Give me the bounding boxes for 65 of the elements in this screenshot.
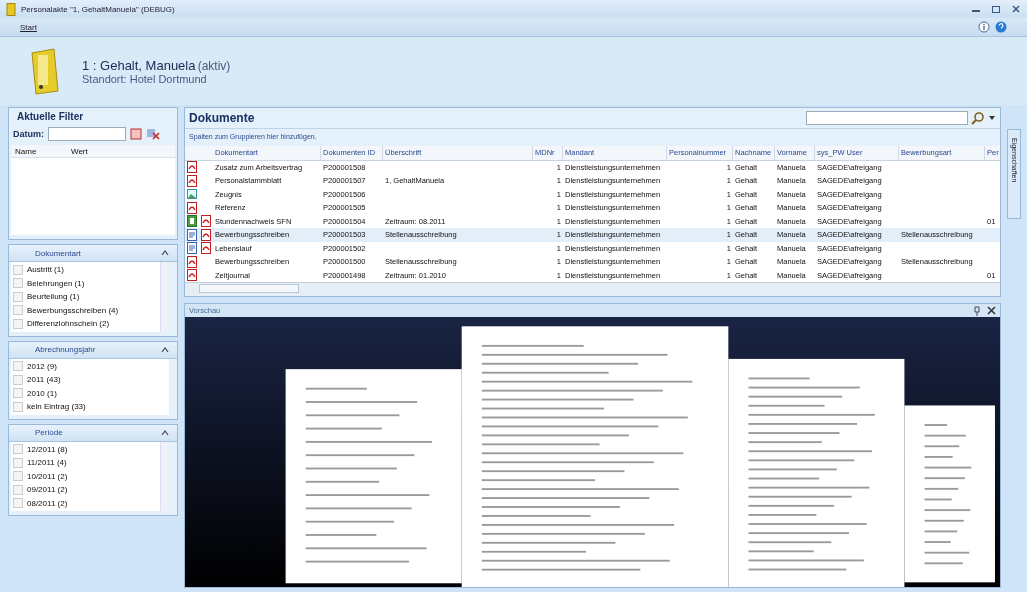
scrollbar[interactable] [199,284,299,293]
checkbox[interactable] [13,291,23,302]
checkbox[interactable] [13,264,23,275]
group-title: Periode [35,428,63,437]
checkbox[interactable] [13,498,23,509]
filter-option[interactable]: kein Eintrag (33) [27,402,86,412]
search-icon[interactable] [971,111,985,125]
scrollbar[interactable] [160,262,169,332]
filter-option[interactable]: Bewerbungsschreiben (4) [27,305,119,315]
checkbox[interactable] [13,471,23,482]
pdf-icon [201,228,211,241]
employee-name: 1 : Gehalt, Manuela [82,57,196,73]
filter-option[interactable]: 08/2011 (2) [27,498,68,508]
employee-location: Standort: Hotel Dortmund [82,72,207,85]
image-icon [187,188,197,201]
date-field[interactable] [48,127,126,141]
filter-option[interactable]: 10/2011 (2) [27,471,68,481]
dropdown-icon[interactable] [988,115,996,121]
scrollbar[interactable] [160,441,169,511]
panel-title: Aktuelle Filter [16,110,85,124]
checkbox[interactable] [13,318,23,329]
column-header[interactable]: Name [11,146,67,156]
checkbox[interactable] [13,278,23,289]
collapse-icon[interactable] [161,429,169,436]
checkbox[interactable] [13,457,23,468]
filter-option[interactable]: 2011 (43) [27,375,61,385]
menu-tab[interactable]: Start [20,22,37,32]
filter-option[interactable]: Austritt (1) [27,265,64,275]
checkbox[interactable] [13,374,23,385]
filter-option[interactable]: Belehrungen (1) [27,278,85,288]
filter-option[interactable]: Beurteilung (1) [27,292,80,302]
panel-title: Dokumente [189,111,255,125]
filter-option[interactable]: Differenzlohnschein (2) [27,319,110,329]
collapse-icon[interactable] [161,250,169,256]
close-icon[interactable] [987,306,996,315]
pdf-icon [201,242,211,255]
filter-option[interactable]: 11/2011 (4) [27,458,67,468]
checkbox[interactable] [13,388,23,399]
filter-option[interactable]: 2012 (9) [27,361,57,371]
group-title: Dokumentart [35,248,81,258]
binder-icon [28,47,62,95]
close-icon[interactable] [1011,4,1021,14]
checkbox[interactable] [13,305,23,316]
help-icon[interactable] [995,21,1007,33]
folder-icon [6,2,16,16]
checkbox[interactable] [13,401,23,412]
employee-status: (aktiv) [197,58,231,73]
pin-icon[interactable] [973,305,981,316]
search-field[interactable] [806,111,968,125]
filter-option[interactable]: 2010 (1) [27,388,57,398]
clear-filter-icon[interactable] [146,128,160,140]
column-header[interactable]: Wert [67,146,123,156]
filter-option[interactable]: 12/2011 (8) [27,444,68,454]
window-title: Personalakte "1, GehaltManuela" (DEBUG) [21,4,175,14]
group-title: Abrechnungsjahr [35,345,96,354]
date-label: Datum: [13,129,44,139]
checkbox[interactable] [13,444,23,455]
filter-option[interactable]: 09/2011 (2) [27,485,68,495]
checkbox[interactable] [13,361,23,372]
collapse-icon[interactable] [161,346,169,353]
restore-icon[interactable] [991,4,1001,14]
pdf-icon [201,215,211,228]
calendar-icon[interactable] [130,128,142,140]
info-icon[interactable] [978,21,990,33]
checkbox[interactable] [13,484,23,495]
